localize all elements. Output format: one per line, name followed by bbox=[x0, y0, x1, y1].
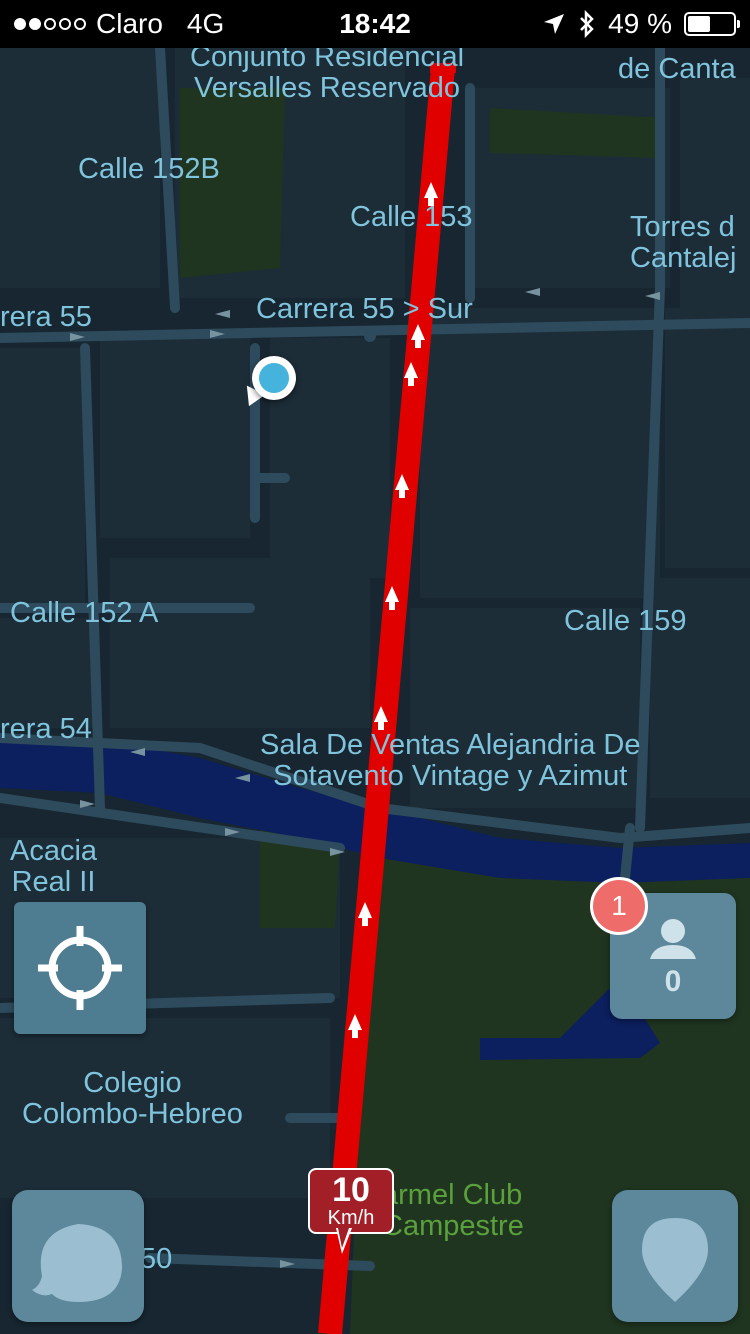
status-bar: Claro 4G 18:42 49 % bbox=[0, 0, 750, 48]
crosshair-icon bbox=[38, 926, 122, 1010]
map-label-colegio: Colegio Colombo-Hebreo bbox=[22, 1067, 243, 1130]
map-label-de-canta: de Canta bbox=[618, 53, 736, 85]
map-label-acacia: Acacia Real II bbox=[10, 835, 98, 898]
bluetooth-icon bbox=[580, 10, 594, 38]
map-label-carrera-55-sur: Carrera 55 > Sur bbox=[256, 293, 473, 325]
map-label-calle-153: Calle 153 bbox=[350, 201, 473, 233]
speedometer-pointer-fill bbox=[338, 1228, 349, 1248]
battery-percent: 49 % bbox=[608, 8, 672, 39]
user-location-marker[interactable] bbox=[252, 356, 296, 400]
recenter-button[interactable] bbox=[14, 902, 146, 1034]
speedometer: 10 Km/h bbox=[308, 1168, 394, 1234]
battery-icon bbox=[684, 12, 740, 36]
speed-value: 10 bbox=[332, 1171, 370, 1209]
map-label-calle-152b: Calle 152B bbox=[78, 153, 220, 185]
map-label-sala-ventas: Sala De Ventas Alejandria De Sotavento Vi… bbox=[260, 729, 641, 792]
map-label-torres: Torres d Cantalej bbox=[630, 211, 737, 274]
map-label-calle-159: Calle 159 bbox=[564, 605, 687, 637]
map-label-calle-152a: Calle 152 A bbox=[10, 597, 159, 629]
waze-bubble-icon bbox=[32, 1224, 122, 1302]
map-label-conjunto: Conjunto Residencial Versalles Reservado bbox=[190, 41, 465, 104]
speed-unit: Km/h bbox=[327, 1207, 375, 1229]
pin-icon bbox=[642, 1218, 708, 1302]
map-label-bottom-street: 50 bbox=[140, 1243, 173, 1275]
map-label-carrera-55: rera 55 bbox=[0, 301, 92, 333]
nearby-wazers-count: 0 bbox=[664, 965, 682, 998]
location-arrow-icon bbox=[544, 14, 565, 34]
notification-badge[interactable]: 1 bbox=[590, 877, 648, 935]
report-button[interactable] bbox=[612, 1190, 738, 1322]
waze-screen: Claro 4G 18:42 49 % Conjunto Residencial… bbox=[0, 0, 750, 1334]
map-label-carmel: armel Club Campestre bbox=[382, 1179, 524, 1242]
map-view[interactable]: Conjunto Residencial Versalles Reservado … bbox=[0, 42, 750, 1334]
map-label-carrera-54: rera 54 bbox=[0, 713, 92, 745]
status-right: 49 % bbox=[542, 8, 740, 40]
menu-button[interactable] bbox=[12, 1190, 144, 1322]
